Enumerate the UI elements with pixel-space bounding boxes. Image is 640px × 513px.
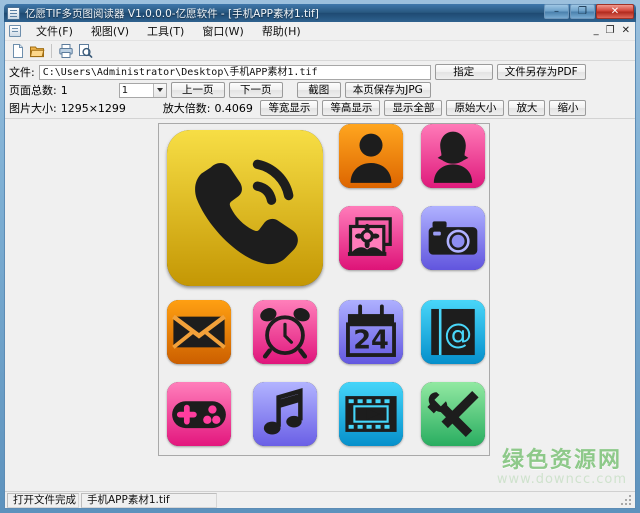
image-canvas[interactable]: 24 @ 绿色资源网 www.downcc.com [5, 118, 635, 491]
mail-icon[interactable] [167, 300, 231, 364]
music-icon[interactable] [253, 382, 317, 446]
icon-cell-video[interactable] [339, 382, 403, 446]
gallery-icon[interactable] [339, 206, 403, 270]
client-area: 文件(F) 视图(V) 工具(T) 窗口(W) 帮助(H) _ ❐ ✕ 文件: … [4, 22, 636, 509]
window-title-bar: 亿愿TIF多页图阅读器 V1.0.0.0-亿愿软件 - [手机APP素材1.ti… [4, 4, 636, 22]
next-page-button[interactable]: 下一页 [228, 82, 283, 98]
watermark: 绿色资源网 www.downcc.com [497, 449, 627, 487]
watermark-url: www.downcc.com [496, 472, 627, 487]
watermark-title: 绿色资源网 [501, 448, 622, 473]
zoom-scale-label: 放大倍数: [162, 102, 211, 115]
zoom-row: 图片大小: 1295×1299 放大倍数: 0.4069 等宽显示 等高显示 显… [5, 99, 635, 117]
icon-cell-music[interactable] [253, 382, 317, 446]
icon-cell-contacts-book[interactable]: @ [421, 300, 485, 364]
window-controls: – ❐ ✕ [543, 4, 634, 19]
mdi-minimize-button[interactable]: _ [594, 25, 599, 36]
zoom-scale-value: 0.4069 [214, 101, 253, 115]
prev-page-button[interactable]: 上一页 [170, 82, 225, 98]
status-message: 打开文件完成 [7, 492, 79, 508]
close-button[interactable]: ✕ [596, 4, 634, 19]
icon-cell-contact-female[interactable] [421, 124, 485, 188]
chevron-down-icon[interactable] [152, 83, 166, 97]
fit-width-button[interactable]: 等宽显示 [260, 100, 319, 116]
file-label: 文件: [9, 66, 35, 79]
icon-cell-alarm[interactable] [253, 300, 317, 364]
menu-view[interactable]: 视图(V) [82, 22, 138, 40]
mdi-document-icon[interactable] [9, 25, 21, 37]
video-icon[interactable] [339, 382, 403, 446]
icon-cell-gamepad[interactable] [167, 382, 231, 446]
fit-height-button[interactable]: 等高显示 [322, 100, 381, 116]
icon-cell-phone[interactable] [167, 130, 323, 286]
total-pages-label: 页面总数: [9, 84, 57, 97]
menu-tools[interactable]: 工具(T) [138, 22, 193, 40]
alarm-clock-icon[interactable] [253, 300, 317, 364]
window-title: 亿愿TIF多页图阅读器 V1.0.0.0-亿愿软件 - [手机APP素材1.ti… [25, 7, 319, 20]
icon-cell-mail[interactable] [167, 300, 231, 364]
menu-bar: 文件(F) 视图(V) 工具(T) 窗口(W) 帮助(H) _ ❐ ✕ [5, 22, 635, 41]
zoom-out-button[interactable]: 缩小 [549, 100, 587, 116]
camera-icon[interactable] [421, 206, 485, 270]
phone-icon[interactable] [167, 130, 323, 286]
maximize-button[interactable]: ❐ [570, 4, 595, 19]
contacts-book-icon[interactable]: @ [421, 300, 485, 364]
status-filename: 手机APP素材1.tif [81, 492, 217, 508]
page-select-value: 1 [121, 84, 129, 96]
control-rows: 文件: C:\Users\Administrator\Desktop\手机APP… [5, 61, 635, 118]
toolbar-separator [51, 43, 52, 58]
resize-grip-icon[interactable] [619, 493, 633, 507]
contact-female-icon[interactable] [421, 124, 485, 188]
minimize-button[interactable]: – [544, 4, 569, 19]
tif-image[interactable]: 24 @ [158, 123, 490, 456]
icon-cell-camera[interactable] [421, 206, 485, 270]
app-icon [7, 6, 20, 20]
contact-male-icon[interactable] [339, 124, 403, 188]
original-size-button[interactable]: 原始大小 [446, 100, 505, 116]
file-path-input[interactable]: C:\Users\Administrator\Desktop\手机APP素材1.… [38, 64, 431, 80]
page-row: 页面总数: 1 1 上一页 下一页 截图 本页保存为JPG [5, 81, 635, 99]
icon-cell-gallery[interactable] [339, 206, 403, 270]
menu-help[interactable]: 帮助(H) [253, 22, 310, 40]
specify-button[interactable]: 指定 [434, 64, 493, 80]
toolbar [5, 41, 635, 61]
save-as-pdf-button[interactable]: 文件另存为PDF [496, 64, 586, 80]
fit-all-button[interactable]: 显示全部 [384, 100, 443, 116]
print-icon[interactable] [58, 43, 74, 59]
capture-button[interactable]: 截图 [296, 82, 341, 98]
new-file-icon[interactable] [10, 43, 26, 59]
calendar-icon[interactable]: 24 [339, 300, 403, 364]
open-folder-icon[interactable] [29, 43, 45, 59]
icon-cell-contact-male[interactable] [339, 124, 403, 188]
save-page-jpg-button[interactable]: 本页保存为JPG [344, 82, 431, 98]
mdi-close-button[interactable]: ✕ [622, 25, 630, 36]
page-select[interactable]: 1 [118, 82, 167, 98]
menu-window[interactable]: 窗口(W) [193, 22, 252, 40]
status-bar: 打开文件完成 手机APP素材1.tif [5, 491, 635, 508]
icon-cell-calendar[interactable]: 24 [339, 300, 403, 364]
total-pages-value: 1 [60, 83, 68, 97]
mdi-restore-button[interactable]: ❐ [606, 25, 615, 36]
image-size-value: 1295×1299 [60, 101, 126, 115]
svg-text:@: @ [444, 318, 472, 351]
file-row: 文件: C:\Users\Administrator\Desktop\手机APP… [5, 63, 635, 81]
mdi-window-controls: _ ❐ ✕ [594, 25, 630, 36]
tools-icon[interactable] [421, 382, 485, 446]
print-preview-icon[interactable] [77, 43, 93, 59]
menu-file[interactable]: 文件(F) [27, 22, 82, 40]
calendar-day: 24 [353, 326, 389, 356]
main-window: 亿愿TIF多页图阅读器 V1.0.0.0-亿愿软件 - [手机APP素材1.ti… [0, 0, 640, 513]
zoom-in-button[interactable]: 放大 [508, 100, 546, 116]
icon-cell-tools[interactable] [421, 382, 485, 446]
gamepad-icon[interactable] [167, 382, 231, 446]
image-size-label: 图片大小: [9, 102, 57, 115]
